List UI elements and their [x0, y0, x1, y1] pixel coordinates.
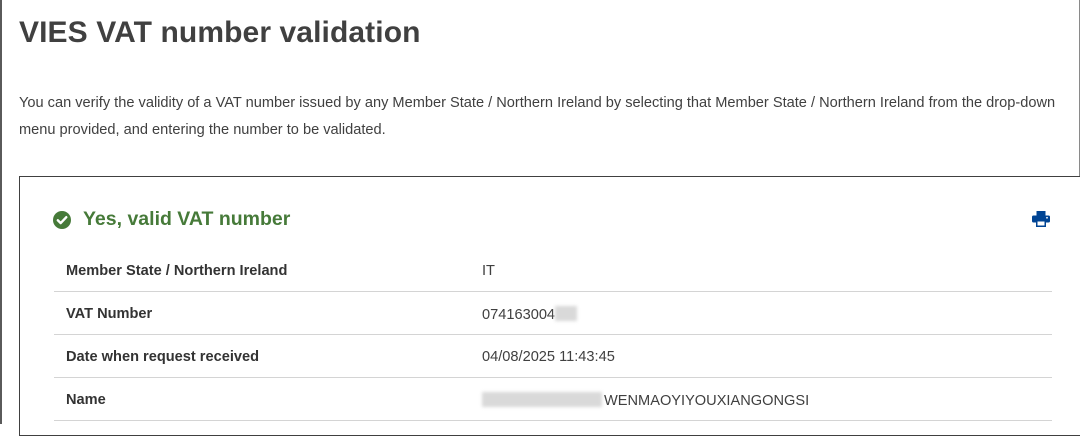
result-status: Yes, valid VAT number [83, 208, 291, 230]
redacted-blur [555, 306, 578, 321]
page-title: VIES VAT number validation [19, 16, 421, 49]
print-icon[interactable] [1032, 211, 1050, 227]
vat-number-value-container: 074163004 [482, 306, 578, 323]
member-state-label: Member State / Northern Ireland [66, 263, 288, 279]
name-label: Name [66, 392, 106, 408]
result-header: Yes, valid VAT number [53, 208, 290, 231]
window-left-border [0, 0, 2, 424]
name-value-container: WENMAOYIYOUXIANGONGSI [482, 392, 809, 409]
request-date-label: Date when request received [66, 349, 260, 365]
vat-number-label: VAT Number [66, 306, 153, 322]
detail-row-vat-number: VAT Number 074163004 [54, 292, 1052, 335]
validation-result-panel: Yes, valid VAT number Member State / Nor… [19, 176, 1080, 436]
check-circle-icon [53, 210, 71, 229]
detail-row-member-state: Member State / Northern Ireland IT [54, 249, 1052, 292]
detail-row-request-date: Date when request received 04/08/2025 11… [54, 335, 1052, 378]
redacted-blur [482, 392, 602, 407]
intro-text: You can verify the validity of a VAT num… [19, 95, 1056, 138]
member-state-value: IT [482, 263, 495, 279]
result-details-table: Member State / Northern Ireland IT VAT N… [54, 249, 1052, 421]
detail-row-name: Name WENMAOYIYOUXIANGONGSI [54, 378, 1052, 421]
request-date-value: 04/08/2025 11:43:45 [482, 349, 615, 365]
vat-number-value: 074163004 [482, 307, 556, 323]
name-value: WENMAOYIYOUXIANGONGSI [604, 393, 810, 409]
